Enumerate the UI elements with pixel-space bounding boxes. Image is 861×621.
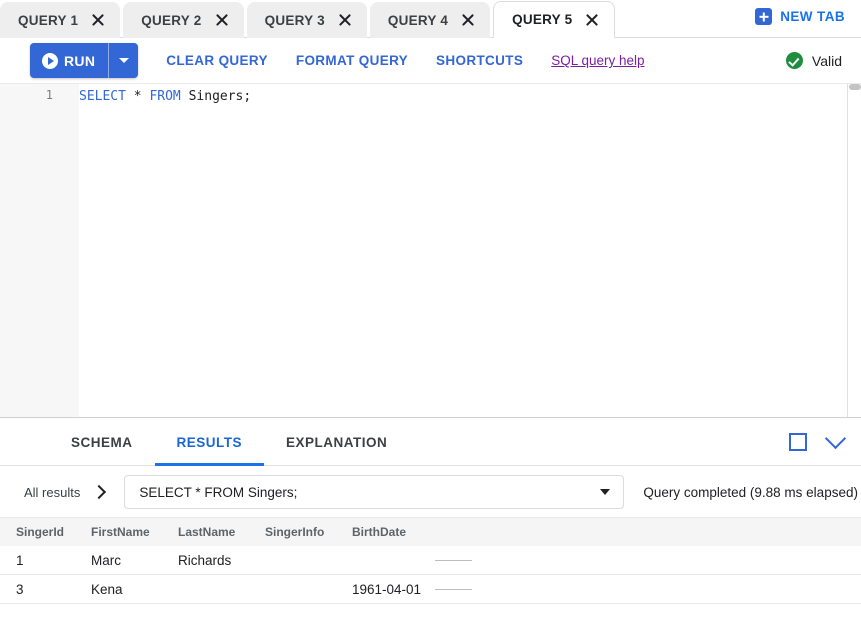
results-tabstrip: SCHEMA RESULTS EXPLANATION <box>0 418 861 466</box>
play-circle-icon <box>42 53 58 69</box>
query-tab-label: QUERY 2 <box>141 13 201 28</box>
new-tab-button[interactable]: NEW TAB <box>755 8 845 25</box>
plus-square-icon <box>755 8 772 25</box>
table-row[interactable]: 1 Marc Richards <box>0 546 861 575</box>
row-column-divider <box>435 560 472 561</box>
new-tab-label: NEW TAB <box>780 9 845 24</box>
sql-editor[interactable]: 1 SELECT * FROM Singers; <box>0 83 861 418</box>
run-button-main[interactable]: RUN <box>30 43 108 78</box>
tab-schema[interactable]: SCHEMA <box>49 418 155 466</box>
table-header-row: SingerId FirstName LastName SingerInfo B… <box>0 518 861 546</box>
cell-birthdate: 1961-04-01 <box>336 582 435 597</box>
editor-scrollbar-thumb[interactable] <box>849 84 861 90</box>
run-button-label: RUN <box>64 53 95 69</box>
chevron-down-icon[interactable] <box>825 427 846 448</box>
results-panel-actions <box>789 418 843 466</box>
fullscreen-icon[interactable] <box>789 433 807 451</box>
run-options-dropdown[interactable] <box>108 43 138 78</box>
shortcuts-button[interactable]: SHORTCUTS <box>436 53 523 68</box>
editor-right-rule <box>847 84 848 418</box>
query-tab-label: QUERY 3 <box>265 13 325 28</box>
column-header-singerid[interactable]: SingerId <box>0 525 75 539</box>
check-circle-icon <box>786 52 803 69</box>
tab-results[interactable]: RESULTS <box>155 418 265 466</box>
query-validity-status: Valid <box>786 38 842 83</box>
query-tab-label: QUERY 1 <box>18 13 78 28</box>
row-column-divider <box>435 589 472 590</box>
close-icon[interactable] <box>460 12 476 28</box>
column-header-singerinfo[interactable]: SingerInfo <box>249 525 336 539</box>
query-select[interactable]: SELECT * FROM Singers; <box>124 475 624 509</box>
query-tab-label: QUERY 4 <box>388 13 448 28</box>
sql-table-name: Singers; <box>181 89 251 104</box>
sql-star: * <box>126 89 149 104</box>
run-button[interactable]: RUN <box>30 43 138 78</box>
column-header-birthdate[interactable]: BirthDate <box>336 525 435 539</box>
chevron-right-icon <box>92 485 106 499</box>
sql-keyword-from: FROM <box>149 89 180 104</box>
close-icon[interactable] <box>337 12 353 28</box>
query-status-text: Query completed (9.88 ms elapsed) <box>643 485 858 500</box>
cell-lastname: Richards <box>162 553 249 568</box>
query-tab-2[interactable]: QUERY 2 <box>123 2 243 38</box>
caret-down-icon <box>119 58 129 63</box>
results-table: SingerId FirstName LastName SingerInfo B… <box>0 518 861 604</box>
editor-gutter: 1 <box>0 84 79 418</box>
query-tab-5[interactable]: QUERY 5 <box>493 1 615 38</box>
query-tab-1[interactable]: QUERY 1 <box>0 2 120 38</box>
column-header-firstname[interactable]: FirstName <box>75 525 162 539</box>
close-icon[interactable] <box>90 12 106 28</box>
query-tab-4[interactable]: QUERY 4 <box>370 2 490 38</box>
clear-query-button[interactable]: CLEAR QUERY <box>166 53 268 68</box>
sql-keyword-select: SELECT <box>79 89 126 104</box>
format-query-button[interactable]: FORMAT QUERY <box>296 53 408 68</box>
results-panel: SCHEMA RESULTS EXPLANATION All results S… <box>0 418 861 604</box>
sql-query-help-link[interactable]: SQL query help <box>551 53 644 68</box>
cell-singerid: 1 <box>0 553 75 568</box>
line-number: 1 <box>46 88 53 102</box>
query-toolbar: RUN CLEAR QUERY FORMAT QUERY SHORTCUTS S… <box>0 38 861 83</box>
cell-firstname: Kena <box>75 582 162 597</box>
close-icon[interactable] <box>584 12 600 28</box>
close-icon[interactable] <box>214 12 230 28</box>
column-header-lastname[interactable]: LastName <box>162 525 249 539</box>
validity-label: Valid <box>812 53 842 69</box>
query-tab-3[interactable]: QUERY 3 <box>247 2 367 38</box>
query-tabstrip: QUERY 1 QUERY 2 QUERY 3 QUERY 4 QUERY 5 … <box>0 0 861 38</box>
breadcrumb-all-results[interactable]: All results <box>24 485 80 500</box>
query-select-value: SELECT * FROM Singers; <box>139 485 297 500</box>
cell-firstname: Marc <box>75 553 162 568</box>
table-row[interactable]: 3 Kena 1961-04-01 <box>0 575 861 604</box>
cell-singerid: 3 <box>0 582 75 597</box>
query-tab-label: QUERY 5 <box>512 12 572 27</box>
caret-down-icon <box>600 489 610 495</box>
tab-explanation[interactable]: EXPLANATION <box>264 418 409 466</box>
results-controls: All results SELECT * FROM Singers; Query… <box>0 466 861 518</box>
editor-code-line[interactable]: SELECT * FROM Singers; <box>79 88 251 105</box>
sql-query-workspace: QUERY 1 QUERY 2 QUERY 3 QUERY 4 QUERY 5 … <box>0 0 861 621</box>
